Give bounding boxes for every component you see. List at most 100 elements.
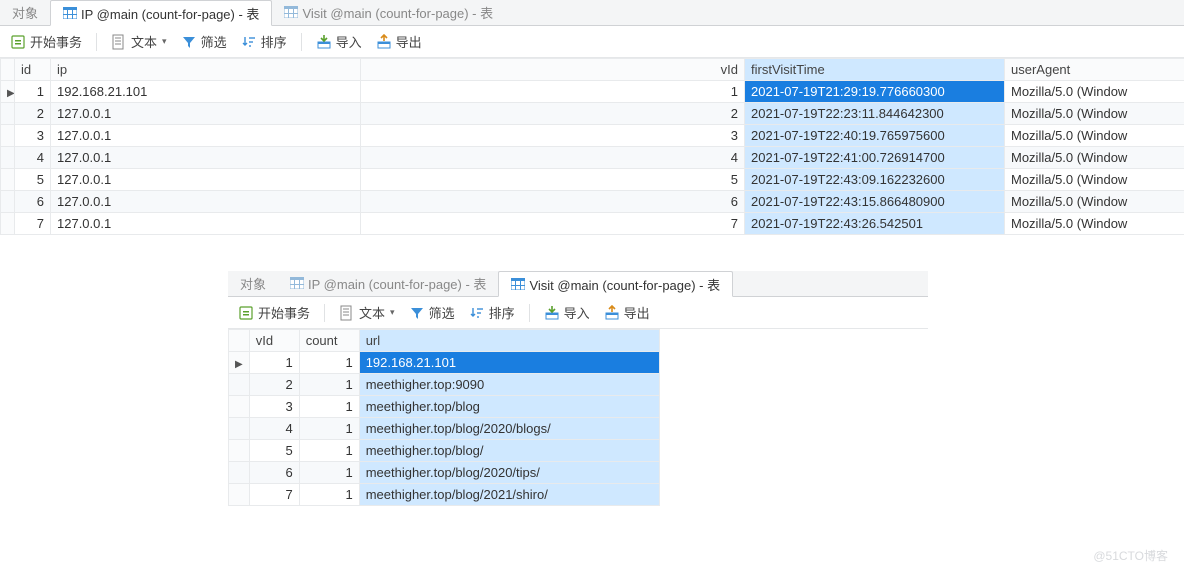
cell-ip[interactable]: 127.0.0.1 <box>51 147 361 169</box>
begin-transaction-button-b[interactable]: 开始事务 <box>238 303 310 322</box>
import-button[interactable]: 导入 <box>316 32 362 51</box>
cell-vId[interactable]: 7 <box>361 213 745 235</box>
tab-visit[interactable]: Visit @main (count-for-page) - 表 <box>272 0 505 25</box>
cell-firstVisitTime[interactable]: 2021-07-19T22:40:19.765975600 <box>745 125 1005 147</box>
sort-button-b[interactable]: 排序 <box>469 303 515 322</box>
filter-button[interactable]: 筛选 <box>181 32 227 51</box>
cell-url[interactable]: meethigher.top/blog <box>359 396 659 418</box>
cell-id[interactable]: 4 <box>15 147 51 169</box>
cell-vId[interactable]: 1 <box>249 352 299 374</box>
begin-transaction-button[interactable]: 开始事务 <box>10 32 82 51</box>
table-row[interactable]: 41meethigher.top/blog/2020/blogs/ <box>229 418 660 440</box>
table-row[interactable]: 7127.0.0.172021-07-19T22:43:26.542501Moz… <box>1 213 1184 235</box>
cell-id[interactable]: 7 <box>15 213 51 235</box>
export-button-b[interactable]: 导出 <box>604 303 650 322</box>
cell-url[interactable]: meethigher.top/blog/2020/blogs/ <box>359 418 659 440</box>
cell-ip[interactable]: 192.168.21.101 <box>51 81 361 103</box>
cell-userAgent[interactable]: Mozilla/5.0 (Window <box>1005 169 1184 191</box>
table-row[interactable]: 5127.0.0.152021-07-19T22:43:09.162232600… <box>1 169 1184 191</box>
cell-firstVisitTime[interactable]: 2021-07-19T22:43:09.162232600 <box>745 169 1005 191</box>
cell-count[interactable]: 1 <box>299 396 359 418</box>
export-button[interactable]: 导出 <box>376 32 422 51</box>
sort-button[interactable]: 排序 <box>241 32 287 51</box>
cell-id[interactable]: 3 <box>15 125 51 147</box>
table-row[interactable]: 51meethigher.top/blog/ <box>229 440 660 462</box>
cell-userAgent[interactable]: Mozilla/5.0 (Window <box>1005 125 1184 147</box>
table-row[interactable]: 2127.0.0.122021-07-19T22:23:11.844642300… <box>1 103 1184 125</box>
cell-vId[interactable]: 4 <box>249 418 299 440</box>
cell-count[interactable]: 1 <box>299 352 359 374</box>
cell-vId[interactable]: 6 <box>361 191 745 213</box>
col-vId[interactable]: vId <box>361 59 745 81</box>
cell-ip[interactable]: 127.0.0.1 <box>51 191 361 213</box>
text-button[interactable]: 文本 ▾ <box>111 32 167 51</box>
cell-vId[interactable]: 7 <box>249 484 299 506</box>
cell-count[interactable]: 1 <box>299 418 359 440</box>
cell-userAgent[interactable]: Mozilla/5.0 (Window <box>1005 103 1184 125</box>
col-count[interactable]: count <box>299 330 359 352</box>
cell-userAgent[interactable]: Mozilla/5.0 (Window <box>1005 81 1184 103</box>
table-row[interactable]: 31meethigher.top/blog <box>229 396 660 418</box>
cell-vId[interactable]: 5 <box>249 440 299 462</box>
cell-ip[interactable]: 127.0.0.1 <box>51 169 361 191</box>
cell-id[interactable]: 5 <box>15 169 51 191</box>
cell-url[interactable]: meethigher.top/blog/2020/tips/ <box>359 462 659 484</box>
cell-count[interactable]: 1 <box>299 462 359 484</box>
cell-id[interactable]: 2 <box>15 103 51 125</box>
cell-vId[interactable]: 6 <box>249 462 299 484</box>
cell-vId[interactable]: 5 <box>361 169 745 191</box>
tab-visit-b[interactable]: Visit @main (count-for-page) - 表 <box>498 271 733 297</box>
tab-objects-b[interactable]: 对象 <box>228 270 278 296</box>
cell-vId[interactable]: 1 <box>361 81 745 103</box>
ip-table-grid[interactable]: id ip vId firstVisitTime userAgent ▶1192… <box>0 58 1184 235</box>
visit-table-grid[interactable]: vId count url ▶11192.168.21.10121meethig… <box>228 329 660 506</box>
text-button-b[interactable]: 文本 ▾ <box>339 303 395 322</box>
cell-firstVisitTime[interactable]: 2021-07-19T22:43:15.866480900 <box>745 191 1005 213</box>
cell-ip[interactable]: 127.0.0.1 <box>51 103 361 125</box>
tab-objects[interactable]: 对象 <box>0 0 50 25</box>
tab-ip-b[interactable]: IP @main (count-for-page) - 表 <box>278 270 498 296</box>
table-row[interactable]: 71meethigher.top/blog/2021/shiro/ <box>229 484 660 506</box>
cell-url[interactable]: meethigher.top/blog/ <box>359 440 659 462</box>
cell-url[interactable]: meethigher.top/blog/2021/shiro/ <box>359 484 659 506</box>
col-url[interactable]: url <box>359 330 659 352</box>
cell-vId[interactable]: 2 <box>361 103 745 125</box>
cell-url[interactable]: meethigher.top:9090 <box>359 374 659 396</box>
table-row[interactable]: 6127.0.0.162021-07-19T22:43:15.866480900… <box>1 191 1184 213</box>
col-vId[interactable]: vId <box>249 330 299 352</box>
cell-url[interactable]: 192.168.21.101 <box>359 352 659 374</box>
table-row[interactable]: ▶11192.168.21.101 <box>229 352 660 374</box>
import-button-b[interactable]: 导入 <box>544 303 590 322</box>
table-row[interactable]: 21meethigher.top:9090 <box>229 374 660 396</box>
cell-count[interactable]: 1 <box>299 440 359 462</box>
col-userAgent[interactable]: userAgent <box>1005 59 1184 81</box>
table-row[interactable]: ▶1192.168.21.10112021-07-19T21:29:19.776… <box>1 81 1184 103</box>
cell-count[interactable]: 1 <box>299 374 359 396</box>
cell-count[interactable]: 1 <box>299 484 359 506</box>
col-id[interactable]: id <box>15 59 51 81</box>
cell-userAgent[interactable]: Mozilla/5.0 (Window <box>1005 147 1184 169</box>
tab-ip[interactable]: IP @main (count-for-page) - 表 <box>50 0 272 26</box>
table-row[interactable]: 3127.0.0.132021-07-19T22:40:19.765975600… <box>1 125 1184 147</box>
cell-firstVisitTime[interactable]: 2021-07-19T21:29:19.776660300 <box>745 81 1005 103</box>
cell-id[interactable]: 6 <box>15 191 51 213</box>
export-icon <box>604 305 620 321</box>
cell-firstVisitTime[interactable]: 2021-07-19T22:43:26.542501 <box>745 213 1005 235</box>
col-firstVisitTime[interactable]: firstVisitTime <box>745 59 1005 81</box>
cell-vId[interactable]: 3 <box>361 125 745 147</box>
cell-id[interactable]: 1 <box>15 81 51 103</box>
cell-userAgent[interactable]: Mozilla/5.0 (Window <box>1005 213 1184 235</box>
separator <box>96 33 97 51</box>
col-ip[interactable]: ip <box>51 59 361 81</box>
cell-firstVisitTime[interactable]: 2021-07-19T22:23:11.844642300 <box>745 103 1005 125</box>
cell-vId[interactable]: 4 <box>361 147 745 169</box>
table-row[interactable]: 61meethigher.top/blog/2020/tips/ <box>229 462 660 484</box>
cell-ip[interactable]: 127.0.0.1 <box>51 125 361 147</box>
cell-vId[interactable]: 2 <box>249 374 299 396</box>
cell-userAgent[interactable]: Mozilla/5.0 (Window <box>1005 191 1184 213</box>
filter-button-b[interactable]: 筛选 <box>409 303 455 322</box>
cell-firstVisitTime[interactable]: 2021-07-19T22:41:00.726914700 <box>745 147 1005 169</box>
table-row[interactable]: 4127.0.0.142021-07-19T22:41:00.726914700… <box>1 147 1184 169</box>
cell-ip[interactable]: 127.0.0.1 <box>51 213 361 235</box>
cell-vId[interactable]: 3 <box>249 396 299 418</box>
